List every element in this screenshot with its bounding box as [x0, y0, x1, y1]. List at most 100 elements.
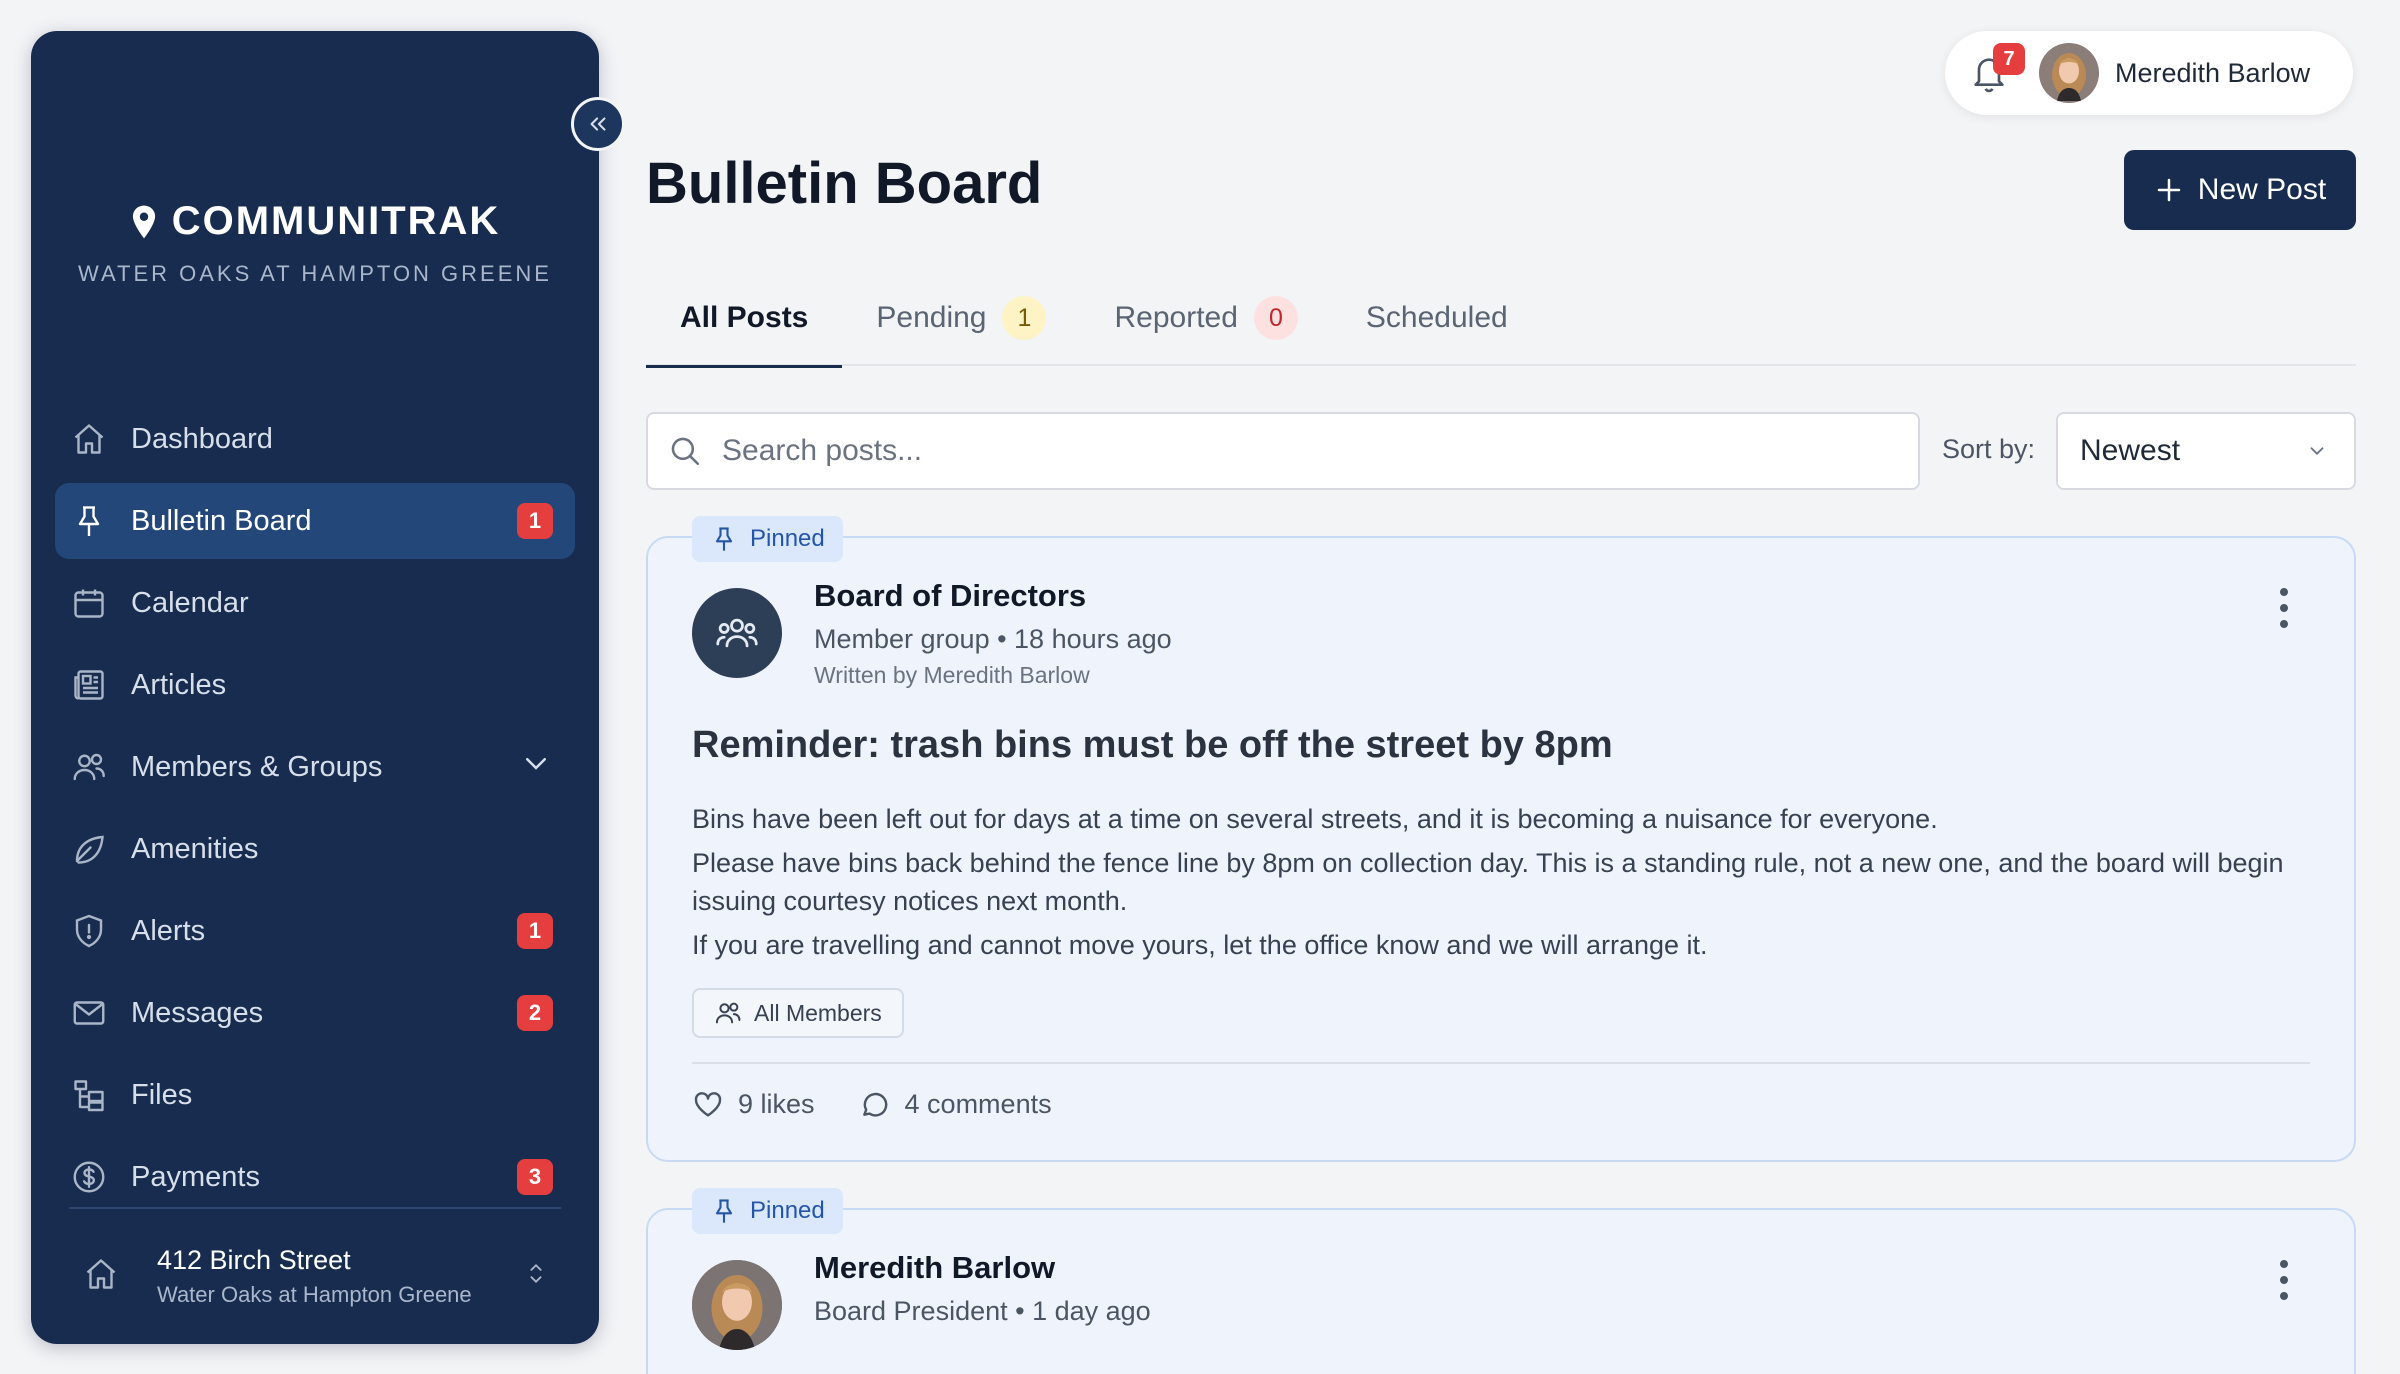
pinned-tag: Pinned — [692, 1188, 843, 1234]
users-icon — [69, 747, 109, 787]
audience-tag: All Members — [692, 988, 904, 1038]
brand[interactable]: COMMUNITRAK WATER OAKS AT HAMPTON GREENE — [31, 199, 599, 287]
sidebar-item-label: Calendar — [131, 586, 249, 619]
search-input[interactable] — [722, 434, 1872, 468]
post-author[interactable]: Board of Directors — [814, 578, 1086, 614]
chevron-down-icon[interactable] — [521, 748, 551, 786]
count-badge: 3 — [517, 1159, 553, 1195]
notifications-button[interactable]: 7 — [1969, 43, 2025, 95]
tab-scheduled[interactable]: Scheduled — [1332, 270, 1542, 366]
leaf-icon — [69, 829, 109, 869]
like-count: 9 likes — [738, 1088, 815, 1119]
dollar-icon — [69, 1157, 109, 1197]
divider — [692, 1062, 2310, 1064]
sidebar-item-bulletin-board[interactable]: Bulletin Board 1 — [55, 483, 575, 559]
calendar-icon — [69, 583, 109, 623]
collapse-sidebar-button[interactable] — [571, 97, 625, 151]
post-meta: Member group • 18 hours ago — [814, 624, 1172, 654]
tab-label: All Posts — [680, 301, 809, 334]
tab-label: Scheduled — [1365, 301, 1508, 334]
map-pin-icon — [132, 205, 155, 238]
pin-icon — [715, 1199, 733, 1223]
sort-label: Sort by: — [1942, 434, 2036, 464]
pin-icon — [69, 501, 109, 541]
sidebar-item-label: Dashboard — [131, 422, 273, 455]
sidebar-item-label: Articles — [131, 668, 227, 701]
sidebar-item-label: Alerts — [131, 914, 206, 947]
post-written-by: Written by Meredith Barlow — [814, 662, 1090, 688]
chevron-up-down-icon — [525, 1261, 547, 1292]
brand-name: COMMUNITRAK — [171, 199, 501, 243]
post-card[interactable]: Pinned Board of Directors Member group •… — [646, 516, 2356, 1162]
count-badge: 1 — [517, 913, 553, 949]
sidebar-item-label: Files — [131, 1078, 193, 1111]
user-menu[interactable]: 7 Meredith Barlow — [1945, 31, 2353, 115]
sidebar-item-label: Payments — [131, 1160, 260, 1193]
sidebar-nav: Dashboard Bulletin Board 1 Calendar Arti… — [55, 401, 575, 1221]
pin-icon — [715, 527, 733, 551]
reported-count-badge: 0 — [1253, 296, 1298, 340]
post-paragraph: Bins have been left out for days at a ti… — [692, 804, 1938, 834]
mail-icon — [69, 993, 109, 1033]
brand-subtitle: WATER OAKS AT HAMPTON GREENE — [78, 260, 552, 286]
sidebar-item-articles[interactable]: Articles — [55, 647, 575, 723]
pinned-tag: Pinned — [692, 516, 843, 562]
page-title: Bulletin Board — [646, 151, 1043, 216]
search-icon — [671, 437, 700, 466]
pending-count-badge: 1 — [1002, 296, 1047, 340]
divider — [69, 1207, 561, 1209]
folder-tree-icon — [69, 1075, 109, 1115]
sidebar-item-amenities[interactable]: Amenities — [55, 811, 575, 887]
post-author[interactable]: Meredith Barlow — [814, 1250, 1055, 1286]
tab-label: Reported — [1114, 301, 1238, 334]
group-avatar[interactable] — [692, 588, 782, 678]
pinned-label: Pinned — [750, 525, 825, 552]
audience-label: All Members — [754, 999, 882, 1026]
avatar[interactable] — [692, 1260, 782, 1350]
plus-icon — [2157, 178, 2181, 202]
sidebar-item-members-groups[interactable]: Members & Groups — [55, 729, 575, 805]
chevrons-left-icon — [590, 117, 606, 131]
new-post-button[interactable]: New Post — [2124, 150, 2356, 230]
sidebar-item-payments[interactable]: Payments 3 — [55, 1139, 575, 1215]
property-switcher[interactable]: 412 Birch Street Water Oaks at Hampton G… — [69, 1231, 561, 1321]
tab-reported[interactable]: Reported 0 — [1080, 270, 1331, 366]
post-actions: 9 likes 4 comments — [692, 1088, 1052, 1120]
post-more-menu-icon[interactable] — [2274, 1260, 2294, 1300]
newspaper-icon — [69, 665, 109, 705]
like-button[interactable]: 9 likes — [692, 1088, 815, 1120]
sidebar-item-calendar[interactable]: Calendar — [55, 565, 575, 641]
sidebar-item-alerts[interactable]: Alerts 1 — [55, 893, 575, 969]
sort-select[interactable]: Newest — [2056, 412, 2356, 490]
tab-pending[interactable]: Pending 1 — [842, 270, 1080, 366]
comment-count: 4 comments — [904, 1088, 1052, 1119]
post-body: Bins have been left out for days at a ti… — [692, 800, 2302, 970]
post-card[interactable]: Pinned Meredith Barlow Board President •… — [646, 1188, 2356, 1374]
count-badge: 1 — [517, 503, 553, 539]
comment-button[interactable]: 4 comments — [859, 1088, 1052, 1120]
comment-icon — [862, 1092, 887, 1117]
home-icon — [69, 419, 109, 459]
search-box — [646, 412, 1920, 490]
property-community: Water Oaks at Hampton Greene — [157, 1281, 472, 1307]
notification-count-badge: 7 — [1993, 43, 2025, 75]
sidebar-item-label: Bulletin Board — [131, 504, 312, 537]
sidebar: COMMUNITRAK WATER OAKS AT HAMPTON GREENE… — [31, 31, 625, 1344]
post-paragraph: Please have bins back behind the fence l… — [692, 848, 2284, 916]
sidebar-item-label: Members & Groups — [131, 750, 383, 783]
sidebar-item-files[interactable]: Files — [55, 1057, 575, 1133]
post-meta: Board President • 1 day ago — [814, 1296, 1151, 1326]
tab-all-posts[interactable]: All Posts — [646, 270, 843, 368]
sidebar-item-dashboard[interactable]: Dashboard — [55, 401, 575, 477]
sidebar-item-label: Amenities — [131, 832, 259, 865]
sort-value: Newest — [2080, 434, 2181, 467]
house-icon — [83, 1256, 133, 1297]
user-name: Meredith Barlow — [2115, 57, 2311, 88]
post-more-menu-icon[interactable] — [2274, 588, 2294, 628]
sidebar-item-label: Messages — [131, 996, 264, 1029]
sidebar-item-messages[interactable]: Messages 2 — [55, 975, 575, 1051]
post-title: Reminder: trash bins must be off the str… — [692, 724, 1613, 766]
heart-icon — [694, 1092, 722, 1117]
count-badge: 2 — [517, 995, 553, 1031]
post-paragraph: If you are travelling and cannot move yo… — [692, 930, 1708, 960]
